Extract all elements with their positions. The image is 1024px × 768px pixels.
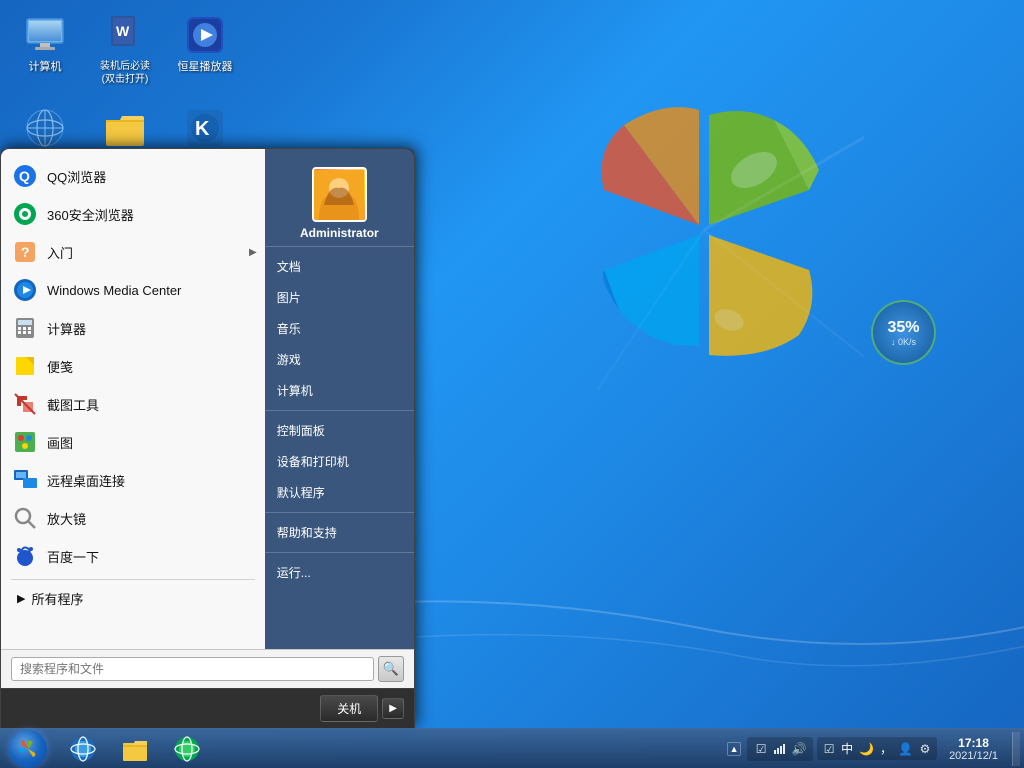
shutdown-button[interactable]: 关机 <box>320 695 378 722</box>
taskbar-explorer[interactable] <box>110 732 160 766</box>
menu-item-wmc[interactable]: Windows Media Center <box>1 271 265 309</box>
start-orb <box>9 730 47 768</box>
desktop-icon-computer[interactable]: 计算机 <box>10 10 80 90</box>
ime-user-button[interactable]: 👤 <box>896 741 915 757</box>
right-menu-help[interactable]: 帮助和支持 <box>265 517 414 548</box>
sticky-notes-icon <box>11 352 39 380</box>
clock-time: 17:18 <box>958 736 989 750</box>
menu-item-remote-desktop[interactable]: 远程桌面连接 <box>1 461 265 499</box>
wmc-icon <box>11 276 39 304</box>
windows-logo <box>544 70 864 395</box>
ime-punctuation-button[interactable]: ， <box>878 739 894 758</box>
taskbar-ie[interactable] <box>58 732 108 766</box>
tray-checkbox-icon[interactable]: ☑ <box>753 741 769 757</box>
intro-icon: ? <box>11 238 39 266</box>
desktop-icon-install-readme[interactable]: W 装机后必读(双击打开) <box>90 10 160 90</box>
menu-item-qq-browser[interactable]: Q QQ浏览器 <box>1 157 265 195</box>
svg-text:W: W <box>116 23 130 39</box>
menu-item-intro[interactable]: ? 入门 ▶ <box>1 233 265 271</box>
search-button[interactable]: 🔍 <box>378 656 404 682</box>
right-divider-1 <box>265 410 414 411</box>
right-menu-devices[interactable]: 设备和打印机 <box>265 446 414 477</box>
triangle-icon: ▶ <box>17 592 25 605</box>
player-icon <box>184 14 226 56</box>
menu-item-paint[interactable]: 画图 <box>1 423 265 461</box>
magnifier-icon <box>11 504 39 532</box>
menu-item-all-programs[interactable]: ▶ 所有程序 <box>1 584 265 613</box>
remote-desktop-icon <box>11 466 39 494</box>
menu-separator <box>11 579 255 580</box>
calculator-icon <box>11 314 39 342</box>
ime-gear-icon[interactable]: ⚙ <box>917 741 933 757</box>
search-input[interactable] <box>11 657 374 681</box>
start-menu-top: Q QQ浏览器 360安全浏览器 <box>1 149 414 649</box>
clock-date: 2021/12/1 <box>949 750 998 762</box>
right-menu-documents[interactable]: 文档 <box>265 251 414 282</box>
taskbar-right: ▲ ☑ 🔊 ☑ 中 🌙 ， <box>727 732 1024 766</box>
right-menu-pictures[interactable]: 图片 <box>265 282 414 313</box>
svg-text:?: ? <box>21 244 30 260</box>
word-doc-icon: W <box>104 14 146 56</box>
music-icon: K <box>184 107 226 149</box>
start-menu-left: Q QQ浏览器 360安全浏览器 <box>1 149 265 649</box>
computer-icon <box>24 14 66 56</box>
menu-item-calculator[interactable]: 计算器 <box>1 309 265 347</box>
ime-bar: ☑ 中 🌙 ， 👤 ⚙ <box>817 737 937 760</box>
menu-item-baidu[interactable]: 百度一下 <box>1 537 265 575</box>
svg-text:K: K <box>195 118 210 140</box>
paint-icon <box>11 428 39 456</box>
net-percent: 35% <box>887 319 919 337</box>
start-menu: Q QQ浏览器 360安全浏览器 <box>0 148 415 728</box>
install-readme-label: 装机后必读(双击打开) <box>94 60 156 86</box>
hengxing-label: 恒星播放器 <box>178 60 233 74</box>
desktop-icon-hengxing[interactable]: 恒星播放器 <box>170 10 240 90</box>
right-divider-2 <box>265 512 414 513</box>
start-button[interactable] <box>2 731 54 767</box>
clock-area[interactable]: 17:18 2021/12/1 <box>941 734 1006 764</box>
net-speed: ↓ 0K/s <box>891 337 916 347</box>
shutdown-bar: 关机 ▶ <box>1 688 414 728</box>
show-desktop-button[interactable] <box>1012 732 1020 766</box>
start-menu-right: Administrator 文档 图片 音乐 游戏 计算机 <box>265 149 414 649</box>
right-menu-computer[interactable]: 计算机 <box>265 375 414 406</box>
network-icon <box>24 107 66 149</box>
menu-item-360-browser[interactable]: 360安全浏览器 <box>1 195 265 233</box>
ime-zh-button[interactable]: 中 <box>839 739 855 758</box>
computer-icon-label: 计算机 <box>29 60 62 74</box>
notify-expand-button[interactable]: ▲ <box>727 742 741 756</box>
taskbar-ie2[interactable] <box>162 732 212 766</box>
right-menu-control-panel[interactable]: 控制面板 <box>265 415 414 446</box>
snipping-tool-icon <box>11 390 39 418</box>
net-speed-widget: 35% ↓ 0K/s <box>871 300 936 365</box>
tray-network-icon[interactable] <box>772 741 788 757</box>
spacer <box>1 613 265 649</box>
taskbar-programs <box>58 732 212 766</box>
svg-text:Q: Q <box>19 168 30 184</box>
menu-item-snipping-tool[interactable]: 截图工具 <box>1 385 265 423</box>
user-avatar[interactable] <box>312 167 367 222</box>
ime-moon-button[interactable]: 🌙 <box>857 741 876 757</box>
systray: ☑ 🔊 <box>747 737 813 761</box>
right-divider-3 <box>265 552 414 553</box>
right-menu-games[interactable]: 游戏 <box>265 344 414 375</box>
baidu-icon <box>11 542 39 570</box>
desktop: 35% ↓ 0K/s <box>0 0 1024 768</box>
shutdown-arrow-button[interactable]: ▶ <box>382 698 404 719</box>
user-profile: Administrator <box>265 157 414 247</box>
right-menu-music[interactable]: 音乐 <box>265 313 414 344</box>
desktop-icon-row-1: 计算机 W 装机后必读(双击打开) <box>10 10 240 90</box>
folder-icon <box>104 107 146 149</box>
menu-item-sticky-notes[interactable]: 便笺 <box>1 347 265 385</box>
tray-volume-icon[interactable]: 🔊 <box>791 741 807 757</box>
qq-browser-icon: Q <box>11 162 39 190</box>
right-menu-run[interactable]: 运行... <box>265 557 414 588</box>
right-menu-default-programs[interactable]: 默认程序 <box>265 477 414 508</box>
menu-item-magnifier[interactable]: 放大镜 <box>1 499 265 537</box>
ime-checkbox[interactable]: ☑ <box>821 741 837 757</box>
taskbar: ▲ ☑ 🔊 ☑ 中 🌙 ， <box>0 728 1024 768</box>
360-browser-icon <box>11 200 39 228</box>
username-label: Administrator <box>300 226 379 240</box>
search-bar: 🔍 <box>1 649 414 688</box>
submenu-arrow: ▶ <box>249 247 257 258</box>
